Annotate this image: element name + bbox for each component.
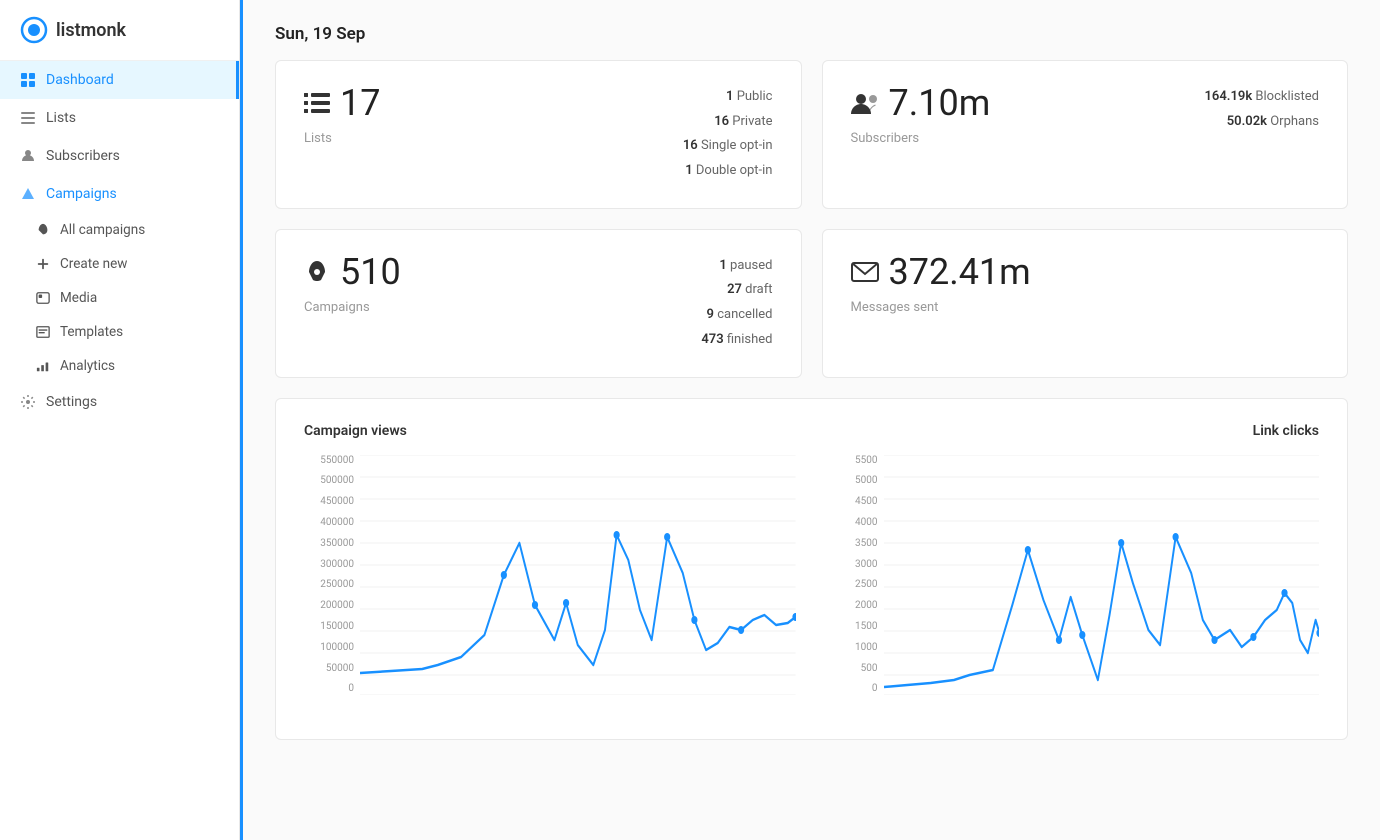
main-nav: Dashboard Lists Subscribers Campaigns <box>0 61 239 421</box>
campaigns-breakdown: 1 paused 27 draft 9 cancelled 473 finish… <box>701 254 772 353</box>
clicks-chart-title: Link clicks <box>1253 423 1319 439</box>
sidebar-item-campaigns[interactable]: Campaigns <box>0 175 239 213</box>
subscribers-stat-main: 7.10m <box>851 85 991 121</box>
subscribers-stat-card: 7.10m Subscribers 164.19k Blocklisted 50… <box>822 60 1349 209</box>
clicks-chart-area <box>884 455 1320 695</box>
campaigns-breakdown-item: 1 paused <box>701 254 772 279</box>
subscribers-stat-icon <box>851 92 879 114</box>
campaigns-stat-main: 510 <box>304 254 401 290</box>
sidebar-item-media[interactable]: Media <box>0 281 239 315</box>
sidebar-item-templates[interactable]: Templates <box>0 315 239 349</box>
logo-icon <box>20 16 48 44</box>
campaigns-count: 510 <box>340 254 401 290</box>
clicks-chart-svg <box>884 455 1320 695</box>
messages-stat-card: 372.41m Messages sent <box>822 229 1349 378</box>
sidebar-item-subscribers[interactable]: Subscribers <box>0 137 239 175</box>
charts-container: 550000 500000 450000 400000 350000 30000… <box>304 455 1319 715</box>
campaigns-label: Campaigns <box>304 300 401 315</box>
sidebar-item-label: Subscribers <box>46 148 120 164</box>
campaigns-breakdown-item: 9 cancelled <box>701 303 772 328</box>
lists-breakdown-item: 16 Private <box>683 110 773 135</box>
views-chart: 550000 500000 450000 400000 350000 30000… <box>304 455 796 715</box>
active-indicator <box>240 0 243 840</box>
lists-breakdown-item: 1 Public <box>683 85 773 110</box>
subscribers-stat-left: 7.10m Subscribers <box>851 85 991 146</box>
sub-nav-label: Media <box>60 290 97 306</box>
stats-row-bottom: 510 Campaigns 1 paused 27 draft 9 cancel… <box>275 229 1348 378</box>
analytics-icon <box>36 359 50 373</box>
logo-area: listmonk <box>0 0 239 61</box>
sidebar: listmonk Dashboard Lists Subscribers Ca <box>0 0 240 840</box>
subscribers-label: Subscribers <box>851 131 991 146</box>
views-chart-title: Campaign views <box>304 423 407 439</box>
messages-stat-icon <box>851 261 879 283</box>
page-date: Sun, 19 Sep <box>275 24 365 44</box>
main-content: Sun, 19 Sep 17 Lists <box>243 0 1380 840</box>
rocket-icon <box>36 223 50 237</box>
campaigns-icon <box>20 186 36 202</box>
sidebar-item-dashboard[interactable]: Dashboard <box>0 61 239 99</box>
campaigns-stat-icon <box>304 259 330 285</box>
media-icon <box>36 291 50 305</box>
views-chart-svg <box>360 455 796 695</box>
subscribers-breakdown-item: 50.02k Orphans <box>1204 110 1319 135</box>
sidebar-item-all-campaigns[interactable]: All campaigns <box>0 213 239 247</box>
sidebar-item-analytics[interactable]: Analytics <box>0 349 239 383</box>
templates-icon <box>36 325 50 339</box>
sub-nav-label: Analytics <box>60 358 115 374</box>
views-chart-area <box>360 455 796 695</box>
lists-icon <box>20 110 36 126</box>
campaigns-stat-left: 510 Campaigns <box>304 254 401 315</box>
clicks-y-axis: 5500 5000 4500 4000 3500 3000 2500 2000 … <box>828 455 884 695</box>
subscribers-breakdown-item: 164.19k Blocklisted <box>1204 85 1319 110</box>
subscribers-count: 7.10m <box>889 85 991 121</box>
lists-stat-card: 17 Lists 1 Public 16 Private 16 Single o… <box>275 60 802 209</box>
lists-count: 17 <box>340 85 380 121</box>
sub-nav-label: All campaigns <box>60 222 145 238</box>
lists-breakdown-item: 1 Double opt-in <box>683 159 773 184</box>
charts-section: Campaign views Link clicks 550000 500000… <box>275 398 1348 740</box>
app-name: listmonk <box>56 20 126 41</box>
dashboard-icon <box>20 72 36 88</box>
views-y-axis: 550000 500000 450000 400000 350000 30000… <box>304 455 360 695</box>
subscribers-icon <box>20 148 36 164</box>
campaigns-stat-card: 510 Campaigns 1 paused 27 draft 9 cancel… <box>275 229 802 378</box>
subscribers-breakdown: 164.19k Blocklisted 50.02k Orphans <box>1204 85 1319 134</box>
page-header: Sun, 19 Sep <box>243 0 1380 60</box>
lists-stat-main: 17 <box>304 85 380 121</box>
sub-nav-label: Create new <box>60 256 127 272</box>
lists-stat-left: 17 Lists <box>304 85 380 146</box>
sidebar-item-label: Dashboard <box>46 72 114 88</box>
campaigns-breakdown-item: 473 finished <box>701 328 772 353</box>
charts-header: Campaign views Link clicks <box>304 423 1319 439</box>
messages-stat-main: 372.41m <box>851 254 1031 290</box>
sidebar-item-label: Campaigns <box>46 186 117 202</box>
lists-breakdown-item: 16 Single opt-in <box>683 134 773 159</box>
sidebar-item-create-new[interactable]: Create new <box>0 247 239 281</box>
sidebar-item-lists[interactable]: Lists <box>0 99 239 137</box>
settings-icon <box>20 394 36 410</box>
messages-label: Messages sent <box>851 300 1031 315</box>
lists-label: Lists <box>304 131 380 146</box>
clicks-chart: 5500 5000 4500 4000 3500 3000 2500 2000 … <box>828 455 1320 715</box>
sidebar-item-settings[interactable]: Settings <box>0 383 239 421</box>
stats-row-top: 17 Lists 1 Public 16 Private 16 Single o… <box>275 60 1348 209</box>
campaigns-breakdown-item: 27 draft <box>701 278 772 303</box>
lists-stat-icon <box>304 92 330 114</box>
sidebar-item-label: Lists <box>46 110 76 126</box>
sub-nav-label: Templates <box>60 324 123 340</box>
plus-icon <box>36 257 50 271</box>
sidebar-item-label: Settings <box>46 394 97 410</box>
messages-count: 372.41m <box>889 254 1031 290</box>
lists-breakdown: 1 Public 16 Private 16 Single opt-in 1 D… <box>683 85 773 184</box>
content-area: 17 Lists 1 Public 16 Private 16 Single o… <box>243 60 1380 772</box>
messages-stat-left: 372.41m Messages sent <box>851 254 1031 315</box>
